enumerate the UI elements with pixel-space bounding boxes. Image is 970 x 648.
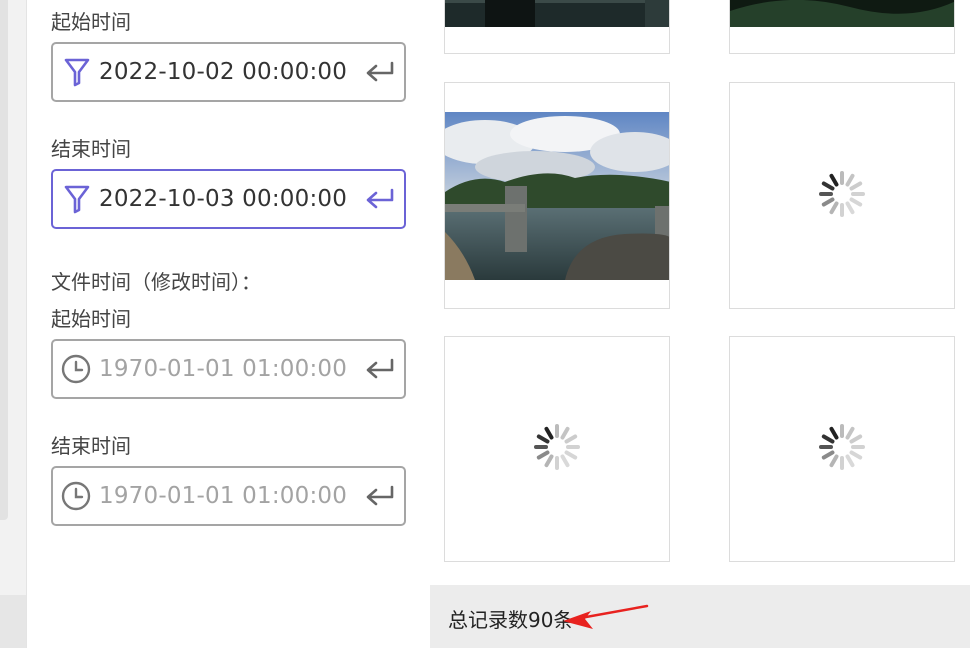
file-start-label: 起始时间	[51, 307, 131, 331]
create-start-label: 起始时间	[51, 10, 131, 34]
enter-icon[interactable]	[356, 44, 404, 100]
grid-footer: 总记录数90条	[430, 585, 970, 648]
create-start-field[interactable]: 2022-10-02 00:00:00	[51, 42, 406, 102]
thumbnail-image	[445, 0, 669, 27]
enter-icon[interactable]	[356, 468, 404, 524]
image-card[interactable]	[444, 0, 670, 54]
image-card[interactable]	[729, 336, 955, 562]
image-card[interactable]	[729, 82, 955, 309]
enter-icon[interactable]	[356, 171, 404, 227]
filter-icon	[53, 44, 97, 100]
thumbnail-image	[730, 0, 954, 27]
loading-spinner-icon	[817, 169, 867, 223]
file-time-heading: 文件时间（修改时间）：	[51, 270, 261, 294]
create-start-input[interactable]: 2022-10-02 00:00:00	[97, 59, 356, 85]
image-card[interactable]	[729, 0, 955, 54]
clock-icon	[53, 341, 97, 397]
gutter-footer	[0, 595, 26, 648]
enter-icon[interactable]	[356, 341, 404, 397]
image-grid	[430, 0, 970, 585]
create-end-field[interactable]: 2022-10-03 00:00:00	[51, 169, 406, 229]
file-end-input[interactable]: 1970-01-01 01:00:00	[97, 483, 356, 509]
red-arrow-annotation	[563, 604, 649, 629]
create-end-input[interactable]: 2022-10-03 00:00:00	[97, 186, 356, 212]
file-start-input[interactable]: 1970-01-01 01:00:00	[97, 356, 356, 382]
filter-icon	[53, 171, 97, 227]
image-card[interactable]	[444, 336, 670, 562]
scrollbar-track[interactable]	[0, 0, 8, 520]
loading-spinner-icon	[532, 422, 582, 476]
clock-icon	[53, 468, 97, 524]
file-end-field[interactable]: 1970-01-01 01:00:00	[51, 466, 406, 526]
create-end-label: 结束时间	[51, 137, 131, 161]
left-gutter	[0, 0, 26, 648]
loading-spinner-icon	[817, 422, 867, 476]
file-start-field[interactable]: 1970-01-01 01:00:00	[51, 339, 406, 399]
filter-panel: 起始时间 2022-10-02 00:00:00 结束时间 2022-10-03…	[26, 0, 430, 648]
image-card[interactable]	[444, 82, 670, 309]
file-end-label: 结束时间	[51, 434, 131, 458]
thumbnail-image	[445, 112, 669, 280]
